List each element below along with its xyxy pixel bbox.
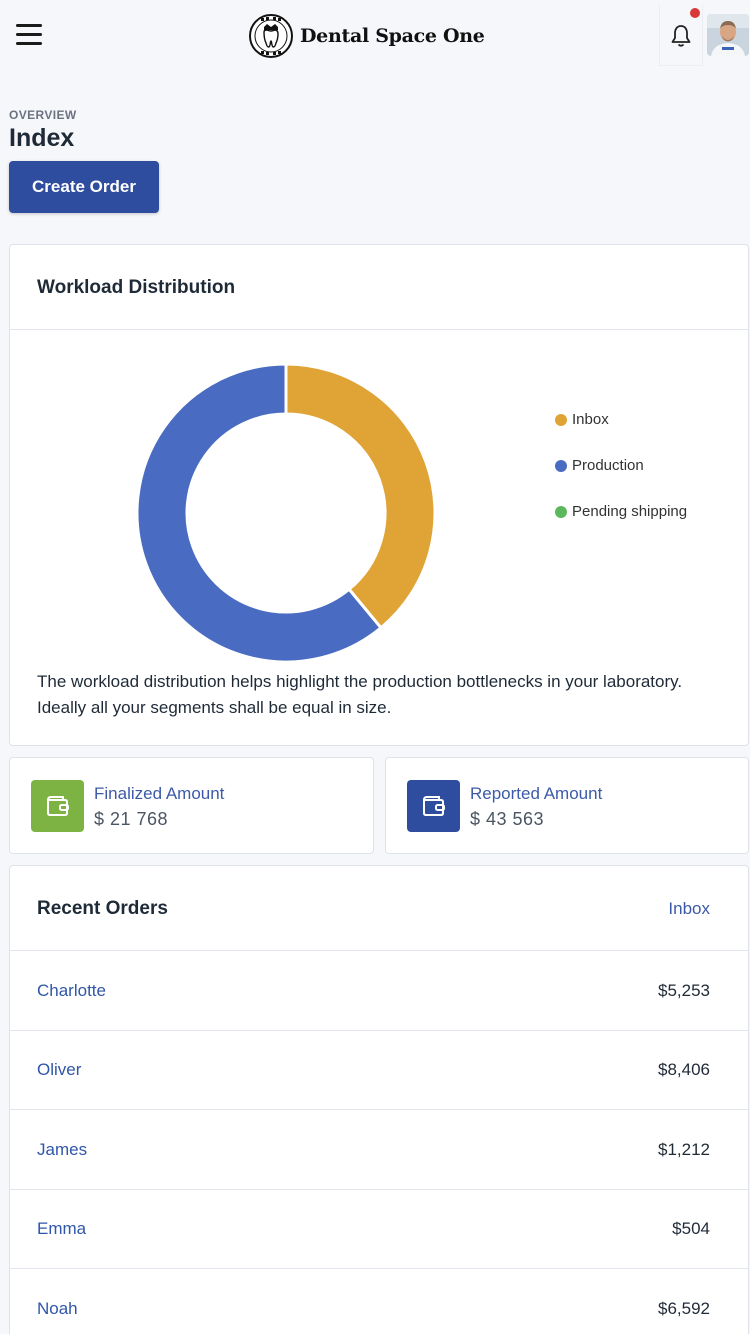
order-customer-name[interactable]: James xyxy=(37,1140,87,1160)
page-title: Index xyxy=(9,124,75,152)
inbox-link[interactable]: Inbox xyxy=(668,899,710,919)
legend-item-pending-shipping[interactable]: Pending shipping xyxy=(555,503,687,549)
workload-donut-chart xyxy=(136,363,436,663)
recent-orders-title: Recent Orders xyxy=(37,898,168,919)
finalized-amount-label: Finalized Amount xyxy=(94,784,225,803)
order-customer-name[interactable]: Noah xyxy=(37,1299,78,1319)
legend-dot xyxy=(555,460,567,472)
workload-card-header: Workload Distribution xyxy=(10,245,748,330)
workload-title: Workload Distribution xyxy=(37,277,236,298)
reported-amount-card[interactable]: Reported Amount $ 43 563 xyxy=(385,757,749,854)
table-row[interactable]: Emma $504 xyxy=(10,1189,748,1269)
tooth-logo-icon xyxy=(249,14,293,58)
workload-card: Workload Distribution Inbox Production P… xyxy=(9,244,749,746)
wallet-icon xyxy=(47,796,69,816)
create-order-button[interactable]: Create Order xyxy=(9,161,159,213)
table-row[interactable]: Noah $6,592 xyxy=(10,1269,748,1334)
legend-dot xyxy=(555,414,567,426)
menu-line xyxy=(16,33,42,36)
notification-badge xyxy=(690,8,700,18)
notifications-button[interactable] xyxy=(659,4,703,66)
legend-dot xyxy=(555,506,567,518)
reported-amount-value: $ 43 563 xyxy=(470,809,545,829)
top-bar: Dental Space One xyxy=(0,0,750,72)
reported-amount-label: Reported Amount xyxy=(470,784,603,803)
order-amount: $504 xyxy=(672,1219,710,1238)
order-amount: $8,406 xyxy=(658,1060,710,1079)
hamburger-menu-icon[interactable] xyxy=(12,20,48,50)
order-amount: $6,592 xyxy=(658,1299,710,1318)
recent-orders-card: Recent Orders Inbox Charlotte $5,253 Oli… xyxy=(9,865,749,1334)
order-customer-name[interactable]: Charlotte xyxy=(37,981,106,1001)
menu-line xyxy=(16,24,42,27)
finalized-amount-value: $ 21 768 xyxy=(94,809,169,829)
donut-slice-inbox[interactable] xyxy=(284,363,436,630)
finalized-amount-card[interactable]: Finalized Amount $ 21 768 xyxy=(9,757,374,854)
legend-label: Pending shipping xyxy=(572,503,688,520)
table-row[interactable]: Oliver $8,406 xyxy=(10,1030,748,1110)
order-customer-name[interactable]: Emma xyxy=(37,1219,86,1239)
user-avatar[interactable] xyxy=(707,14,749,56)
recent-orders-header: Recent Orders Inbox xyxy=(10,866,748,951)
wallet-icon xyxy=(423,796,445,816)
brand-name: Dental Space One xyxy=(300,25,485,47)
legend-item-production[interactable]: Production xyxy=(555,457,687,503)
section-label: OVERVIEW xyxy=(9,108,77,122)
brand[interactable]: Dental Space One xyxy=(248,12,485,60)
wallet-icon-box xyxy=(407,780,460,832)
table-row[interactable]: James $1,212 xyxy=(10,1110,748,1190)
order-customer-name[interactable]: Oliver xyxy=(37,1060,81,1080)
legend-label: Inbox xyxy=(572,411,609,428)
wallet-icon-box xyxy=(31,780,84,832)
legend-label: Production xyxy=(572,457,644,474)
menu-line xyxy=(16,42,42,45)
avatar-image xyxy=(707,14,749,56)
chart-legend: Inbox Production Pending shipping xyxy=(555,411,687,549)
workload-description: The workload distribution helps highligh… xyxy=(37,672,683,717)
order-amount: $5,253 xyxy=(658,981,710,1000)
order-amount: $1,212 xyxy=(658,1140,710,1159)
bell-icon xyxy=(671,25,691,47)
legend-item-inbox[interactable]: Inbox xyxy=(555,411,687,457)
table-row[interactable]: Charlotte $5,253 xyxy=(10,951,748,1031)
